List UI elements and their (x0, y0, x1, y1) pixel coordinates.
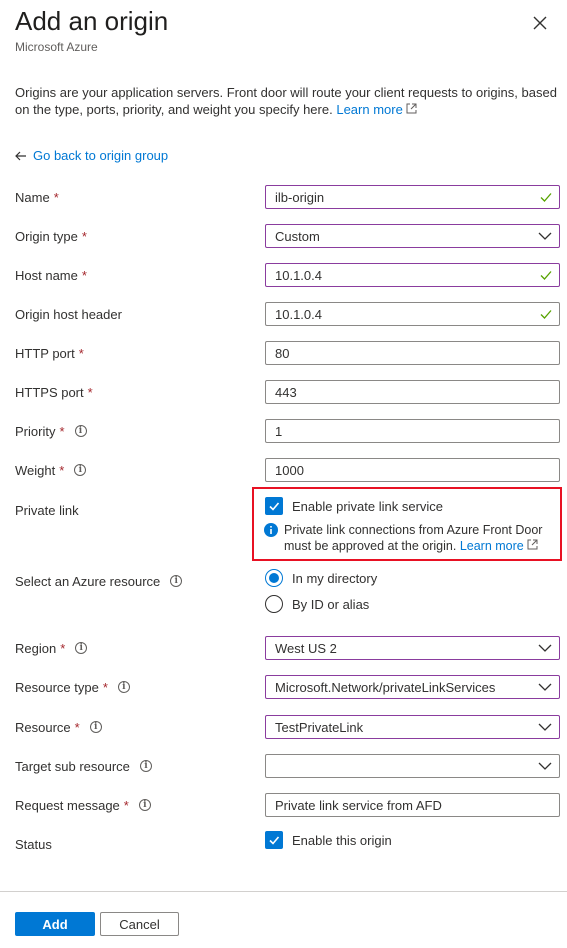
radio-label: In my directory (292, 570, 378, 586)
radio-label: By ID or alias (292, 596, 370, 612)
origin-host-header-input[interactable]: 10.1.0.4 (265, 302, 560, 326)
chevron-down-icon (538, 762, 552, 770)
add-button[interactable]: Add (15, 912, 95, 936)
info-icon[interactable]: i (75, 642, 88, 654)
name-value: ilb-origin (275, 189, 325, 205)
origin-host-header-label: Origin host header (15, 306, 122, 322)
resource-value: TestPrivateLink (275, 719, 364, 735)
info-filled-icon (264, 523, 278, 537)
resource-type-value: Microsoft.Network/privateLinkServices (275, 679, 496, 695)
private-link-label: Private link (15, 502, 79, 518)
region-value: West US 2 (275, 640, 337, 656)
weight-value: 1000 (275, 462, 304, 478)
priority-value: 1 (275, 423, 283, 439)
host-name-value: 10.1.0.4 (275, 267, 322, 283)
close-button[interactable] (529, 12, 551, 34)
private-link-info: Private link connections from Azure Fron… (264, 522, 556, 554)
weight-input[interactable]: 1000 (265, 458, 560, 482)
http-port-value: 80 (275, 345, 290, 361)
info-icon[interactable]: i (138, 799, 151, 811)
origin-host-header-value: 10.1.0.4 (275, 306, 322, 322)
priority-input[interactable]: 1 (265, 419, 560, 443)
resource-label: Resource * i (15, 717, 102, 737)
origin-type-select[interactable]: Custom (265, 224, 560, 248)
external-link-icon (406, 103, 417, 114)
footer-divider (0, 891, 567, 892)
request-message-value: Private link service from AFD (275, 797, 442, 813)
azure-resource-label: Select an Azure resource i (15, 571, 183, 591)
chevron-down-icon (538, 644, 552, 652)
chevron-down-icon (538, 723, 552, 731)
info-icon[interactable]: i (74, 464, 87, 476)
status-label: Status (15, 836, 52, 852)
enable-private-link-checkbox[interactable]: Enable private link service (265, 497, 443, 515)
https-port-input[interactable]: 443 (265, 380, 560, 404)
checkmark-icon (269, 502, 280, 511)
name-input[interactable]: ilb-origin (265, 185, 560, 209)
checkmark-icon (540, 310, 552, 319)
target-sub-resource-select[interactable] (265, 754, 560, 778)
https-port-label: HTTPS port * (15, 384, 93, 400)
region-label: Region * i (15, 638, 88, 658)
region-select[interactable]: West US 2 (265, 636, 560, 660)
info-icon[interactable]: i (170, 575, 183, 587)
page-subtitle: Microsoft Azure (15, 40, 98, 54)
cancel-button[interactable]: Cancel (100, 912, 179, 936)
resource-type-label: Resource type * i (15, 677, 130, 697)
enable-private-link-label: Enable private link service (292, 498, 444, 514)
chevron-down-icon (538, 683, 552, 691)
radio-in-my-directory[interactable]: In my directory (265, 569, 377, 587)
request-message-label: Request message * i (15, 795, 151, 815)
info-icon[interactable]: i (117, 681, 130, 693)
origin-type-label: Origin type * (15, 228, 87, 244)
chevron-down-icon (538, 232, 552, 240)
origin-type-value: Custom (275, 228, 320, 244)
radio-selected[interactable] (265, 569, 283, 587)
priority-label: Priority * i (15, 421, 87, 441)
enable-origin-label: Enable this origin (292, 832, 392, 848)
arrow-left-icon (15, 151, 26, 160)
radio-by-id-or-alias[interactable]: By ID or alias (265, 595, 369, 613)
checkmark-icon (540, 193, 552, 202)
request-message-input[interactable]: Private link service from AFD (265, 793, 560, 817)
weight-label: Weight * i (15, 460, 87, 480)
info-icon[interactable]: i (74, 425, 87, 437)
enable-origin-checkbox[interactable]: Enable this origin (265, 831, 392, 849)
checkbox-checked[interactable] (265, 497, 283, 515)
resource-type-select[interactable]: Microsoft.Network/privateLinkServices (265, 675, 560, 699)
resource-select[interactable]: TestPrivateLink (265, 715, 560, 739)
http-port-input[interactable]: 80 (265, 341, 560, 365)
http-port-label: HTTP port * (15, 345, 84, 361)
host-name-label: Host name * (15, 267, 87, 283)
checkbox-checked[interactable] (265, 831, 283, 849)
external-link-icon (527, 539, 538, 550)
private-link-learn-more-link[interactable]: Learn more (460, 539, 538, 553)
info-icon[interactable]: i (139, 760, 152, 772)
name-label: Name * (15, 189, 59, 205)
target-sub-resource-label: Target sub resource i (15, 756, 152, 776)
back-to-origin-group-link[interactable]: Go back to origin group (15, 148, 168, 163)
description: Origins are your application servers. Fr… (15, 84, 560, 118)
https-port-value: 443 (275, 384, 297, 400)
checkmark-icon (269, 836, 280, 845)
back-link-label: Go back to origin group (33, 148, 169, 163)
radio-unselected[interactable] (265, 595, 283, 613)
page-title: Add an origin (15, 6, 169, 36)
description-text: Origins are your application servers. Fr… (15, 85, 557, 117)
learn-more-link[interactable]: Learn more (336, 102, 417, 117)
checkmark-icon (540, 271, 552, 280)
info-icon[interactable]: i (89, 721, 102, 733)
close-icon (533, 16, 547, 30)
host-name-input[interactable]: 10.1.0.4 (265, 263, 560, 287)
